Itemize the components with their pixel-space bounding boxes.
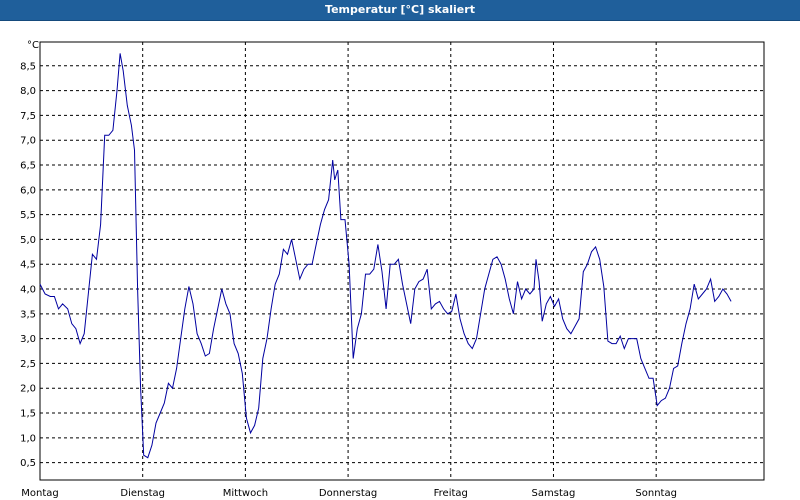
x-tick-labels: Montag11.12.17Dienstag12.12.17Mittwoch13… xyxy=(21,488,677,499)
y-tick-label: 7,5 xyxy=(20,111,36,122)
y-tick-label: 0,5 xyxy=(20,458,36,469)
y-tick-label: 4,5 xyxy=(20,260,36,271)
temperature-chart: °C 0,5 1,0 1,5 2,0 2,5 3,0 3,5 4,0 4,5 5,0 5,5 6,0 6… xyxy=(20,40,765,499)
x-tick-day: Montag xyxy=(21,488,58,499)
plot-frame xyxy=(39,41,765,481)
x-tick-day: Dienstag xyxy=(120,488,165,499)
chart-title: Temperatur [°C] skaliert xyxy=(325,3,475,16)
chart-area: °C 0,5 1,0 1,5 2,0 2,5 3,0 3,5 4,0 4,5 5,0 5,5 6,0 6… xyxy=(0,20,800,500)
y-tick-labels: 0,5 1,0 1,5 2,0 2,5 3,0 3,5 4,0 4,5 5,0 5,5 6,0 6,5 7… xyxy=(20,61,36,469)
y-tick-label: 7,0 xyxy=(20,136,36,147)
y-tick-label: 8,0 xyxy=(20,86,36,97)
y-tick-label: 5,0 xyxy=(20,235,36,246)
y-tick-label: 6,0 xyxy=(20,185,36,196)
y-tick-label: 1,5 xyxy=(20,409,36,420)
y-tick-label: 5,5 xyxy=(20,210,36,221)
y-unit-label: °C xyxy=(27,40,39,51)
y-tick-label: 1,0 xyxy=(20,433,36,444)
x-tick-day: Mittwoch xyxy=(223,488,268,499)
x-tick-day: Samstag xyxy=(532,488,576,499)
y-tick-label: 8,5 xyxy=(20,61,36,72)
x-tick-day: Freitag xyxy=(434,488,468,499)
x-tick-day: Donnerstag xyxy=(319,488,377,499)
x-tick-day: Sonntag xyxy=(635,488,677,499)
y-tick-label: 3,0 xyxy=(20,334,36,345)
y-tick-label: 2,5 xyxy=(20,359,36,370)
y-tick-label: 3,5 xyxy=(20,309,36,320)
y-tick-label: 6,5 xyxy=(20,161,36,172)
y-tick-label: 4,0 xyxy=(20,285,36,296)
chart-title-bar: Temperatur [°C] skaliert xyxy=(0,0,800,21)
y-tick-label: 2,0 xyxy=(20,384,36,395)
